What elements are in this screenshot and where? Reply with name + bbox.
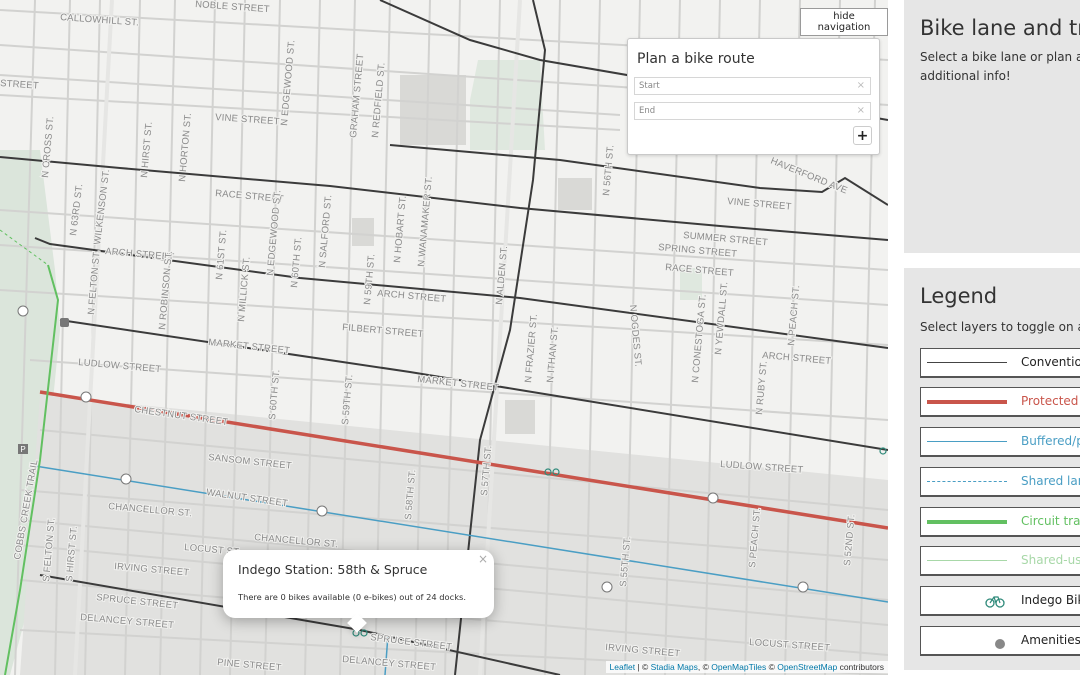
legend-item-conventio[interactable]: Conventio [920, 348, 1080, 378]
legend-item-buffered-p[interactable]: Buffered/p [920, 427, 1080, 457]
legend-item-label: Indego Bik [1021, 593, 1080, 607]
legend-item-indego-bik[interactable]: Indego Bik [920, 586, 1080, 616]
bike-icon [985, 593, 1005, 612]
street-label: N HORTON ST. [177, 112, 194, 182]
osm-link[interactable]: OpenStreetMap [777, 662, 837, 672]
amenity-dot-icon [994, 635, 1006, 654]
legend-item-label: Conventio [1021, 355, 1080, 369]
leaflet-link[interactable]: Leaflet [610, 662, 636, 672]
bus-icon [60, 318, 69, 327]
openmaptiles-link[interactable]: OpenMapTiles [711, 662, 766, 672]
hide-navigation-button[interactable]: hide navigation [800, 8, 888, 36]
legend-line-swatch [927, 400, 1007, 404]
end-placeholder: End [639, 106, 656, 116]
legend-subtitle: Select layers to toggle on ar [920, 320, 1080, 334]
popup-title: Indego Station: 58th & Spruce [238, 562, 428, 577]
route-planner-panel: Plan a bike route Start × End × + [627, 38, 880, 155]
street-label: MARKET STREET [208, 337, 291, 357]
building-block [352, 218, 374, 246]
station-popup: × Indego Station: 58th & Spruce There ar… [223, 550, 494, 633]
street-label: N YEWDALL ST. [713, 281, 730, 355]
legend-item-protected[interactable]: Protected [920, 387, 1080, 417]
street-label: ARCH STREET [762, 350, 832, 367]
info-panel-title: Bike lane and tr [920, 16, 1080, 40]
street-label: N 63RD ST. [68, 183, 85, 236]
end-input[interactable]: End × [634, 102, 871, 120]
street-label: N FELTON ST. [86, 250, 103, 316]
legend-item-label: Shared lan [1021, 474, 1080, 488]
legend-line-swatch [927, 520, 1007, 524]
legend-item-shared-lan[interactable]: Shared lan [920, 467, 1080, 497]
route-planner-title: Plan a bike route [637, 51, 755, 67]
legend-item-label: Buffered/p [1021, 434, 1080, 448]
street-label: N 56TH ST. [601, 144, 616, 196]
building-block [505, 400, 535, 434]
legend-line-swatch [927, 560, 1007, 561]
legend-item-label: Shared-us [1021, 553, 1080, 567]
street-label: N 60TH ST. [289, 236, 304, 288]
map-attribution: Leaflet | © Stadia Maps, © OpenMapTiles … [605, 661, 888, 673]
street-label: VINE STREET [727, 196, 792, 213]
add-waypoint-button[interactable]: + [853, 126, 872, 145]
legend-item-circuit-tra[interactable]: Circuit tra [920, 507, 1080, 537]
street-label: N SALFORD ST. [317, 194, 334, 268]
legend-item-amenities[interactable]: Amenities [920, 626, 1080, 656]
street-label: N FRAZIER ST. [523, 313, 540, 383]
street-label: N WANAMAKER ST. [416, 176, 435, 267]
legend-item-label: Circuit tra [1021, 514, 1080, 528]
street-label: N HIRST ST. [139, 121, 155, 178]
svg-text:P: P [20, 445, 25, 454]
street-label: N 59TH ST. [362, 253, 377, 305]
legend-title: Legend [920, 284, 998, 308]
legend-item-label: Amenities [1021, 633, 1080, 647]
legend-panel: Legend Select layers to toggle on ar Con… [904, 268, 1080, 670]
street-label: N PEACH ST. [786, 285, 802, 347]
street-label: N 61ST ST. [214, 229, 229, 280]
start-input[interactable]: Start × [634, 77, 871, 95]
street-label: GRAHAM STREET [348, 53, 366, 138]
map[interactable]: P NOBLE STREET CALLOWHILL ST. STREET VIN… [0, 0, 888, 675]
info-panel-text-line1: Select a bike lane or plan a [920, 50, 1080, 64]
street-label: N ROBINSON ST. [157, 250, 175, 330]
start-placeholder: Start [639, 81, 660, 91]
street-label: N HOBART ST. [392, 195, 409, 263]
info-panel-text-line2: additional info! [920, 69, 1011, 83]
attribution-sep: , © [697, 662, 712, 672]
legend-line-swatch [927, 362, 1007, 363]
street-label: N CONESTOGA ST. [690, 294, 709, 383]
legend-item-shared-us[interactable]: Shared-us [920, 546, 1080, 576]
street-label: N EDGEWOOD ST. [279, 39, 297, 126]
info-panel: Bike lane and tr Select a bike lane or p… [904, 0, 1080, 253]
street-label: N RUBY ST. [754, 360, 770, 415]
legend-item-label: Protected [1021, 394, 1079, 408]
legend-line-swatch [927, 441, 1007, 442]
street-label: N CROSS ST. [40, 116, 56, 179]
street-label: VINE STREET [215, 112, 280, 127]
clear-start-icon[interactable]: × [857, 80, 865, 91]
street-label: N ITHAN ST. [545, 326, 561, 383]
legend-line-swatch [927, 481, 1007, 482]
popup-body: There are 0 bikes available (0 e-bikes) … [238, 592, 466, 602]
street-label: STREET [0, 78, 39, 92]
park-area [470, 60, 545, 150]
clear-end-icon[interactable]: × [857, 105, 865, 116]
street-label: NOBLE STREET [195, 0, 270, 15]
popup-close-icon[interactable]: × [478, 552, 488, 566]
stadia-link[interactable]: Stadia Maps [651, 662, 698, 672]
attribution-sep: © [766, 662, 778, 672]
building-block [558, 178, 592, 210]
attribution-suffix: contributors [837, 662, 884, 672]
attribution-sep: | © [635, 662, 651, 672]
